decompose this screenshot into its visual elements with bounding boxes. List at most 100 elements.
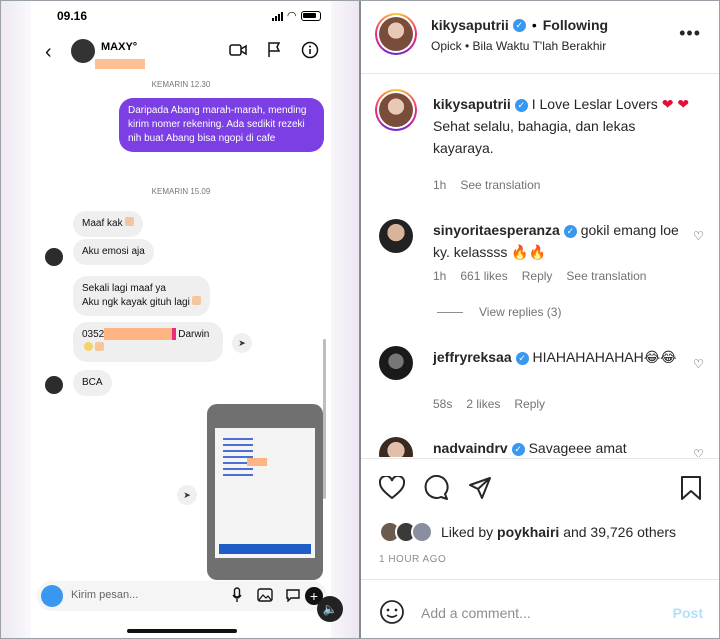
reply-button[interactable]: Reply xyxy=(514,397,545,411)
timestamp: KEMARIN 12.30 xyxy=(151,80,211,89)
author-username[interactable]: kikysaputrii xyxy=(431,17,509,33)
gallery-icon[interactable] xyxy=(257,587,273,603)
chat-header: ‹ MAXY° xyxy=(31,35,331,71)
view-replies-button[interactable]: View replies (3) xyxy=(437,305,561,319)
received-message[interactable]: 0352 Darwin xyxy=(73,322,223,362)
like-comment-heart-icon[interactable]: ♡ xyxy=(693,229,705,243)
battery-icon xyxy=(301,10,321,21)
message-text: BCA xyxy=(82,377,103,388)
more-icon[interactable]: ••• xyxy=(679,23,701,44)
camera-icon[interactable] xyxy=(41,585,63,607)
audio-subtitle[interactable]: Opick • Bila Waktu T'lah Berakhir xyxy=(431,39,606,53)
chat-header-actions xyxy=(229,41,319,59)
liked-by-suffix[interactable]: and 39,726 others xyxy=(563,524,676,540)
flag-icon[interactable] xyxy=(265,41,283,59)
following-button[interactable]: Following xyxy=(543,17,608,33)
bookmark-icon[interactable] xyxy=(679,475,705,501)
sticker-icon[interactable] xyxy=(285,587,301,603)
pray-icon xyxy=(191,296,201,305)
add-comment-input[interactable]: Add a comment... xyxy=(421,605,531,621)
comment-icon[interactable] xyxy=(423,475,449,501)
like-comment-heart-icon[interactable]: ♡ xyxy=(693,357,705,371)
caption-time: 1h xyxy=(433,178,447,192)
message-text: Aku ngk kayak gituh lagi xyxy=(82,297,190,308)
commenter-username[interactable]: sinyoritaesperanza xyxy=(433,222,560,238)
post-comment-button[interactable]: Post xyxy=(673,605,703,621)
verified-icon: ✓ xyxy=(512,18,526,32)
comment-partial: nadvaindrv ✓ Savageee amat ♡ xyxy=(361,431,719,457)
see-translation-link[interactable]: See translation xyxy=(566,269,646,283)
received-message[interactable]: Aku emosi aja xyxy=(73,239,154,265)
divider xyxy=(361,579,719,580)
see-translation-link[interactable]: See translation xyxy=(460,178,540,192)
verified-icon: ✓ xyxy=(563,224,577,238)
redaction-mark xyxy=(95,59,145,69)
commenter-avatar[interactable] xyxy=(379,346,413,380)
send-icon[interactable] xyxy=(467,475,493,501)
home-indicator xyxy=(127,629,237,633)
commenter-avatar[interactable] xyxy=(379,437,413,457)
composer-placeholder[interactable]: Kirim pesan... xyxy=(71,589,138,601)
verified-icon: ✓ xyxy=(514,98,528,112)
comment-likes[interactable]: 661 likes xyxy=(460,269,507,283)
received-message[interactable]: Maaf kak xyxy=(73,211,143,237)
message-composer[interactable]: Kirim pesan... + xyxy=(37,581,327,611)
volume-icon[interactable]: 🔈 xyxy=(317,596,343,622)
phone-screen: 09.16 ◠ ‹ MAXY° KEMARIN 12.30 Daripada A… xyxy=(31,1,331,638)
divider xyxy=(361,458,719,459)
scrollbar[interactable] xyxy=(323,339,326,499)
message-text: Darwin xyxy=(178,329,210,340)
liker-avatars xyxy=(379,521,437,543)
like-comment-heart-icon[interactable]: ♡ xyxy=(693,447,705,457)
comment-likes[interactable]: 2 likes xyxy=(466,397,500,411)
timestamp: KEMARIN 15.09 xyxy=(151,187,211,196)
contact-name[interactable]: MAXY° xyxy=(101,41,137,53)
sent-message[interactable]: Daripada Abang marah-marah, mending kiri… xyxy=(119,98,324,152)
comment: jeffryreksaa ✓ HIAHAHAHAHAH😂😂 xyxy=(433,346,681,368)
heart-icon[interactable] xyxy=(379,475,405,501)
liked-by-user[interactable]: poykhairi xyxy=(497,524,559,540)
microphone-icon[interactable] xyxy=(229,587,245,603)
likes-summary[interactable]: Liked by poykhairi and 39,726 others xyxy=(379,521,676,543)
caption-author-avatar[interactable] xyxy=(375,89,417,131)
commenter-avatar[interactable] xyxy=(379,219,413,253)
view-replies-label: View replies (3) xyxy=(479,305,562,319)
share-icon[interactable]: ➤ xyxy=(177,485,197,505)
red-heart-icon: ❤ xyxy=(677,96,690,112)
caption-text: I Love Leslar Lovers xyxy=(531,96,658,112)
replies-line xyxy=(437,311,463,313)
commenter-username[interactable]: jeffryreksaa xyxy=(433,349,512,365)
contact-avatar xyxy=(45,376,63,394)
message-text: Sekali lagi maaf ya xyxy=(82,283,166,294)
author-avatar[interactable] xyxy=(375,13,417,55)
received-message[interactable]: BCA xyxy=(73,370,112,396)
redaction-mark xyxy=(104,328,173,341)
signal-icon xyxy=(271,11,283,21)
chat-screenshot: 09.16 ◠ ‹ MAXY° KEMARIN 12.30 Daripada A… xyxy=(1,1,359,638)
liked-by-prefix: Liked by xyxy=(441,524,494,540)
received-message[interactable]: Sekali lagi maaf ya Aku ngk kayak gituh … xyxy=(73,276,210,316)
back-icon[interactable]: ‹ xyxy=(45,41,52,64)
wifi-icon: ◠ xyxy=(287,10,296,22)
image-attachment[interactable] xyxy=(207,404,323,580)
post-header: kikysaputrii ✓ • Following xyxy=(431,17,608,33)
caption-username[interactable]: kikysaputrii xyxy=(433,96,511,112)
reply-button[interactable]: Reply xyxy=(522,269,553,283)
share-icon[interactable]: ➤ xyxy=(232,333,252,353)
info-icon[interactable] xyxy=(301,41,319,59)
post-time: 1 HOUR AGO xyxy=(379,554,447,565)
redaction-mark xyxy=(172,328,177,341)
comment-meta: 58s 2 likes Reply xyxy=(433,397,545,411)
commenter-username[interactable]: nadvaindrv xyxy=(433,440,508,456)
post-caption: kikysaputrii ✓ I Love Leslar Lovers ❤ ❤ S… xyxy=(433,93,695,159)
video-call-icon[interactable] xyxy=(229,41,247,59)
instagram-post-panel: kikysaputrii ✓ • Following Opick • Bila … xyxy=(361,1,719,638)
transfer-receipt-image xyxy=(215,428,315,558)
emoji-icon[interactable] xyxy=(379,599,405,625)
pray-icon xyxy=(124,217,134,226)
message-text: Maaf kak xyxy=(82,218,123,229)
comment-text: Savageee amat xyxy=(528,440,627,456)
composer-actions xyxy=(229,587,301,603)
caption-line: Sehat selalu, bahagia, dan lekas kayaray… xyxy=(433,118,636,156)
contact-avatar[interactable] xyxy=(71,39,95,63)
